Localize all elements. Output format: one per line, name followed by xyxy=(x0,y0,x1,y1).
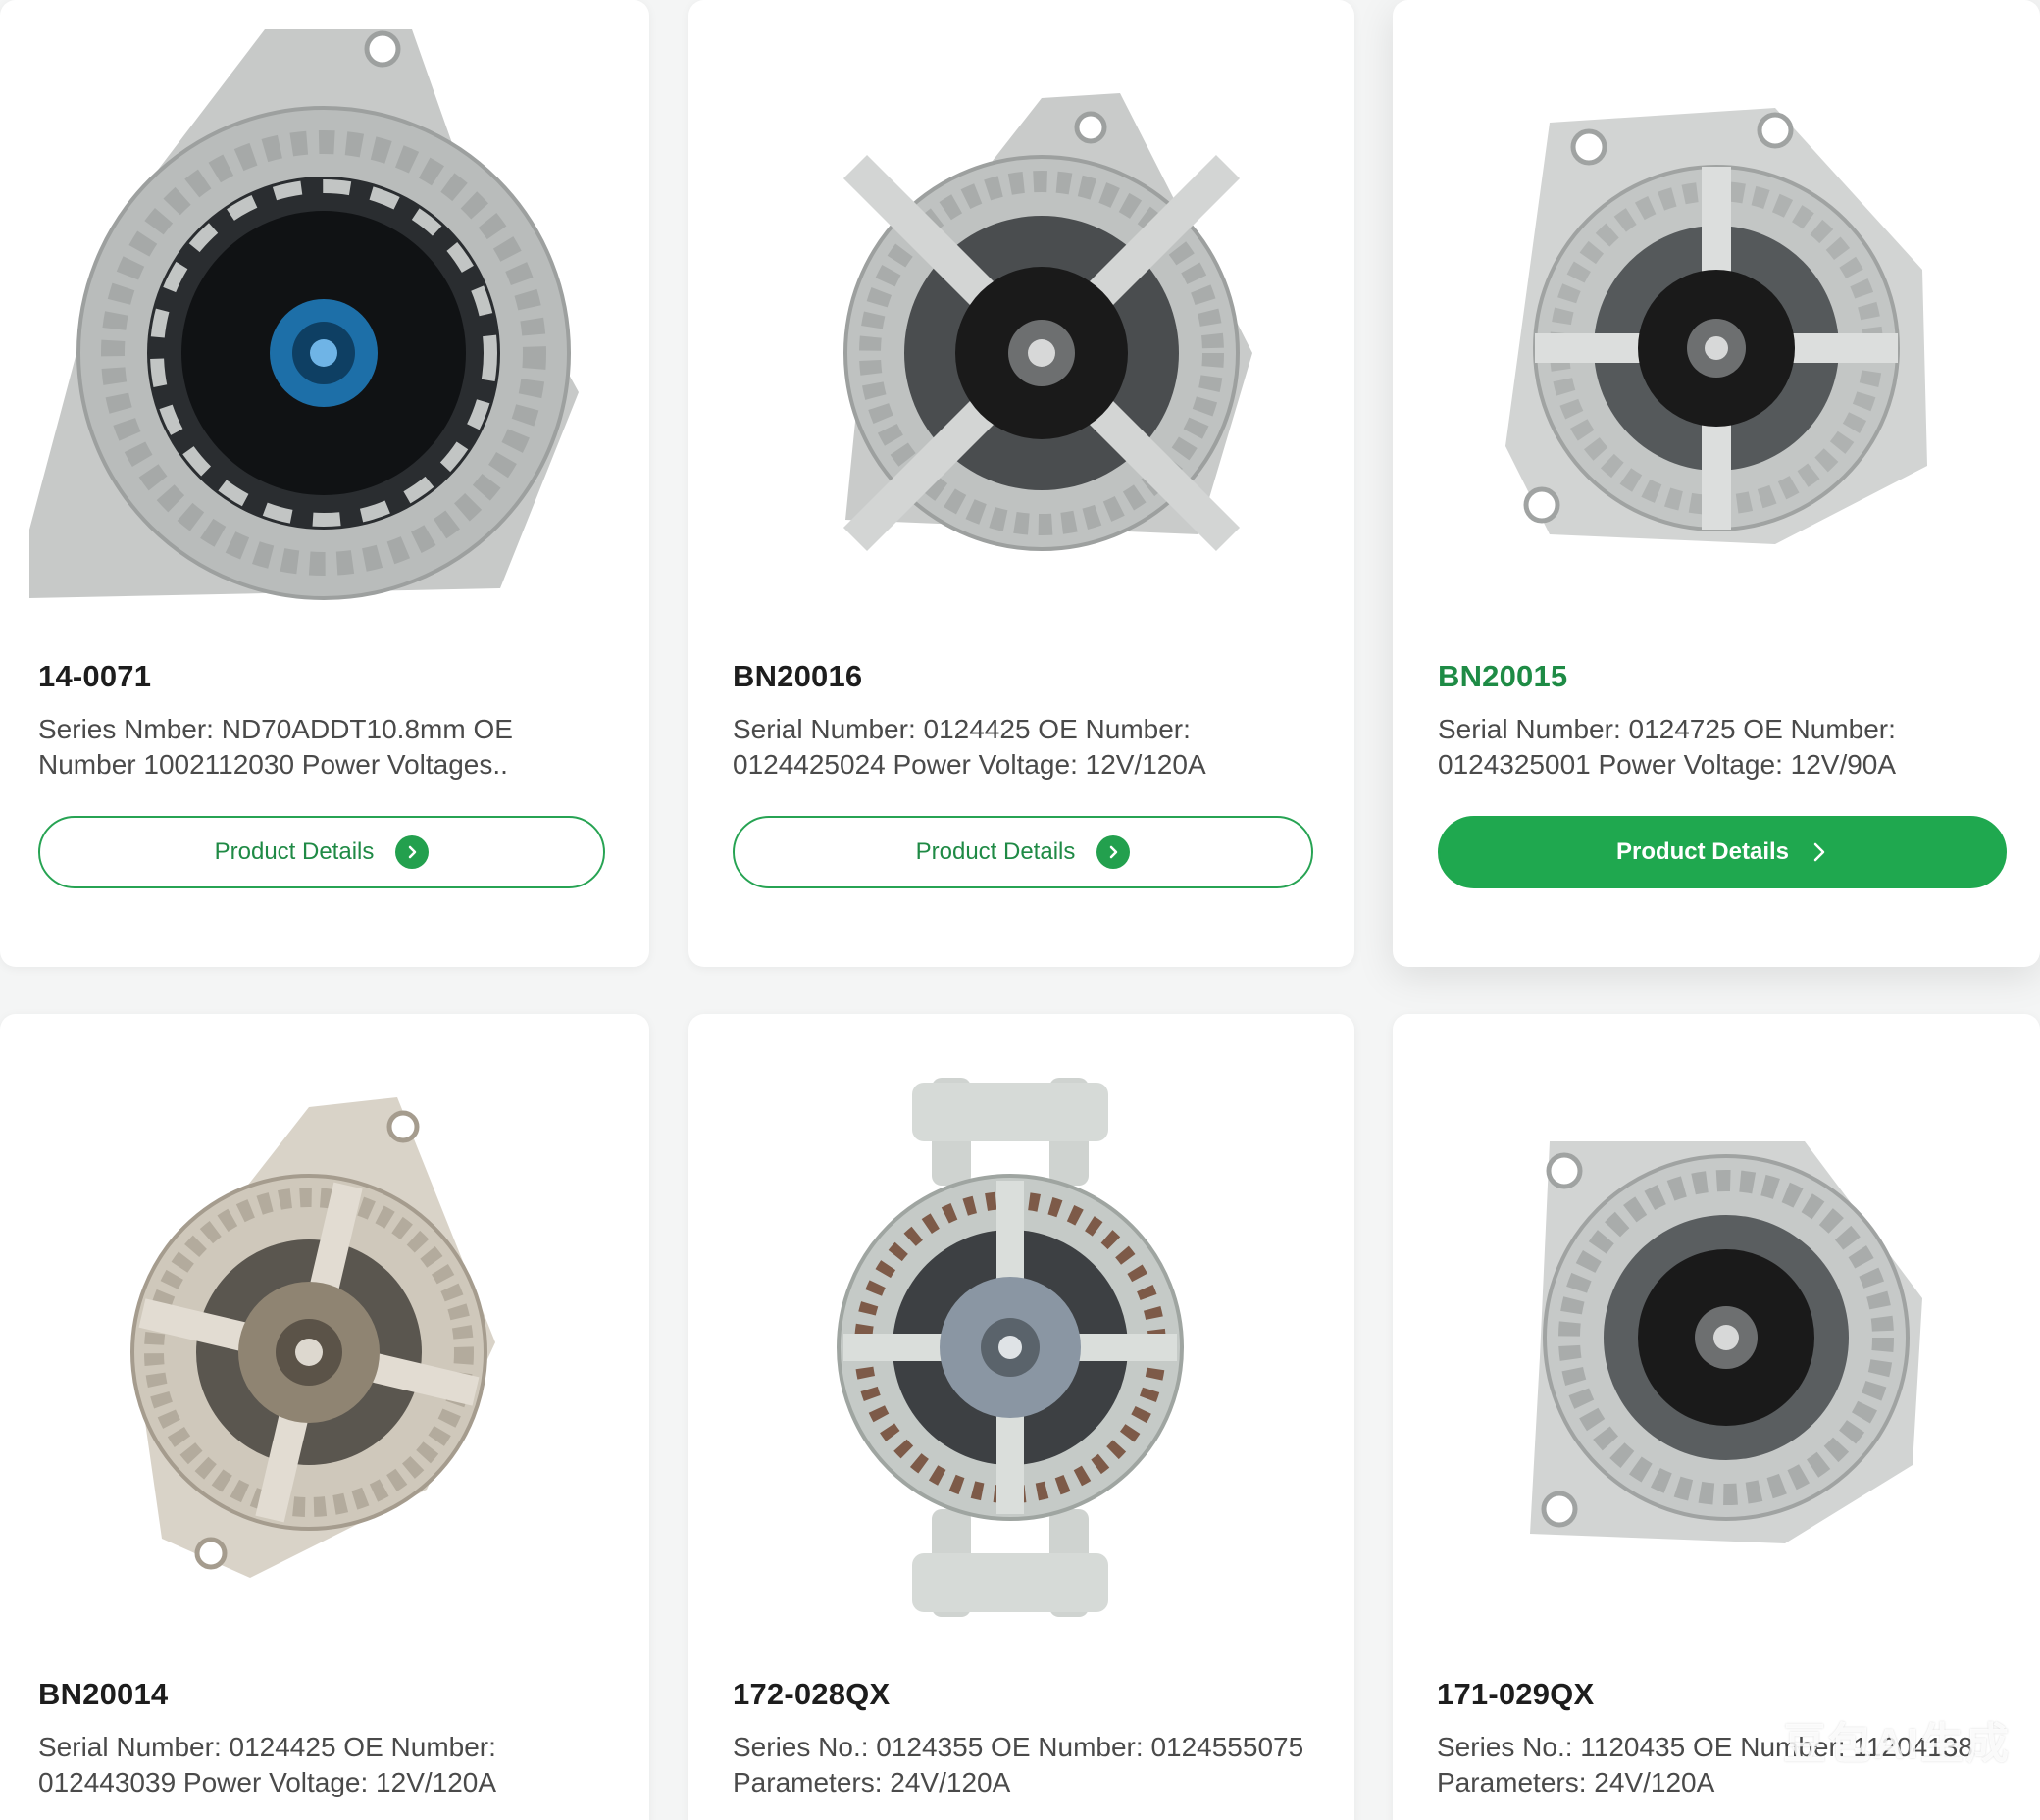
chevron-right-icon xyxy=(1810,841,1828,863)
product-code[interactable]: BN20016 xyxy=(733,659,862,694)
chevron-right-icon xyxy=(395,835,430,869)
button-label: Product Details xyxy=(1615,838,1790,865)
product-grid: 14-0071 Series Nmber: ND70ADDT10.8mm OE … xyxy=(0,0,2040,1820)
product-details-button[interactable]: Product Details xyxy=(1438,816,2007,888)
watermark: 豆包AI生成 xyxy=(1783,1720,2011,1768)
chevron-right-icon xyxy=(1096,835,1131,869)
product-card[interactable]: 171-029QX Series No.: 1120435 OE Number:… xyxy=(1393,1014,2040,1820)
product-details-button[interactable]: Product Details xyxy=(733,816,1313,888)
product-image[interactable] xyxy=(1393,1014,2040,1622)
product-description: Serial Number: 0124425 OE Number: 012443… xyxy=(38,1732,497,1797)
product-description: Serial Number: 0124725 OE Number: 012432… xyxy=(1438,714,1897,780)
product-card-active[interactable]: BN20015 Serial Number: 0124725 OE Number… xyxy=(1393,0,2040,967)
product-image[interactable] xyxy=(688,0,1354,618)
product-image[interactable] xyxy=(0,1014,649,1622)
product-image[interactable] xyxy=(688,1014,1354,1622)
product-details-button[interactable]: Product Details xyxy=(38,816,605,888)
product-code[interactable]: 172-028QX xyxy=(733,1677,890,1712)
product-code[interactable]: 14-0071 xyxy=(38,659,151,694)
product-description: Series No.: 0124355 OE Number: 012455507… xyxy=(733,1732,1304,1797)
product-card[interactable]: 14-0071 Series Nmber: ND70ADDT10.8mm OE … xyxy=(0,0,649,967)
product-card[interactable]: BN20016 Serial Number: 0124425 OE Number… xyxy=(688,0,1354,967)
product-image[interactable] xyxy=(1393,0,2040,618)
product-card[interactable]: 172-028QX Series No.: 0124355 OE Number:… xyxy=(688,1014,1354,1820)
product-description: Series Nmber: ND70ADDT10.8mm OE Number 1… xyxy=(38,714,513,780)
product-image[interactable] xyxy=(0,0,649,618)
product-card[interactable]: BN20014 Serial Number: 0124425 OE Number… xyxy=(0,1014,649,1820)
product-description: Serial Number: 0124425 OE Number: 012442… xyxy=(733,714,1206,780)
button-label: Product Details xyxy=(915,838,1076,865)
button-label: Product Details xyxy=(214,838,375,865)
product-code[interactable]: BN20015 xyxy=(1438,659,1567,694)
product-code[interactable]: BN20014 xyxy=(38,1677,168,1712)
product-code[interactable]: 171-029QX xyxy=(1437,1677,1594,1712)
